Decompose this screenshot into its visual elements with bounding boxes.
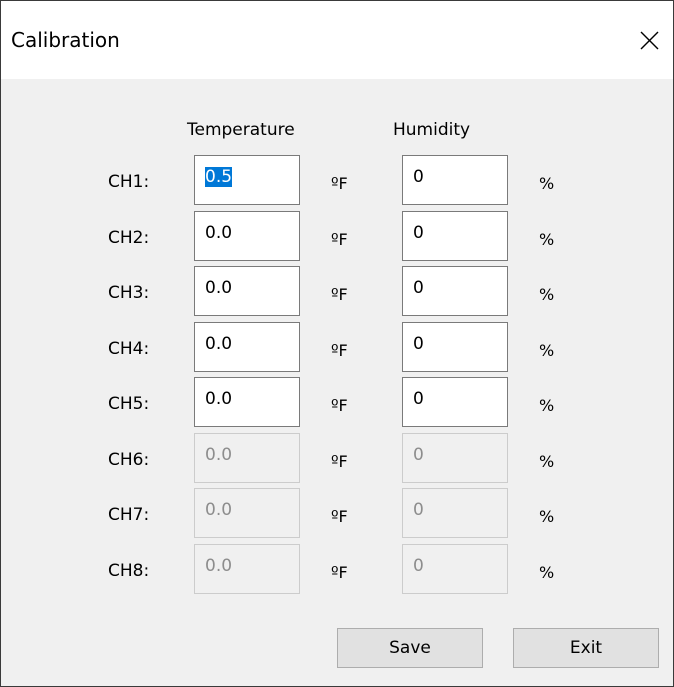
channel-4-humidity-input[interactable]: 0 — [402, 322, 508, 372]
channel-2-humidity-input[interactable]: 0 — [402, 211, 508, 261]
channel-1-label: CH1: — [108, 172, 150, 192]
channel-5-label: CH5: — [108, 394, 150, 414]
channel-5-temperature-unit: ºF — [331, 396, 348, 415]
channel-7-humidity-unit: % — [539, 507, 555, 526]
channel-2-label: CH2: — [108, 228, 150, 248]
save-button[interactable]: Save — [337, 628, 483, 668]
channel-4-label: CH4: — [108, 339, 150, 359]
channel-5-temperature-value: 0.0 — [205, 389, 233, 409]
channel-3-temperature-value: 0.0 — [205, 278, 233, 298]
channel-8-humidity-input: 0 — [402, 544, 508, 594]
channel-8-temperature-input: 0.0 — [194, 544, 300, 594]
channel-4-temperature-value: 0.0 — [205, 334, 233, 354]
channel-5-humidity-input[interactable]: 0 — [402, 377, 508, 427]
channel-4-humidity-value: 0 — [413, 334, 424, 354]
channel-4-temperature-unit: ºF — [331, 341, 348, 360]
channel-8-label: CH8: — [108, 561, 150, 581]
channel-2-temperature-value: 0.0 — [205, 223, 233, 243]
title-bar: Calibration — [1, 1, 673, 79]
channel-6-temperature-value: 0.0 — [205, 445, 233, 465]
channel-6-temperature-unit: ºF — [331, 452, 348, 471]
channel-4-humidity-unit: % — [539, 341, 555, 360]
channel-8-humidity-unit: % — [539, 563, 555, 582]
close-icon — [640, 31, 659, 50]
channel-6-humidity-input: 0 — [402, 433, 508, 483]
channel-1-humidity-value: 0 — [413, 167, 424, 187]
channel-8-temperature-unit: ºF — [331, 563, 348, 582]
channel-5-temperature-input[interactable]: 0.0 — [194, 377, 300, 427]
channel-4-temperature-input[interactable]: 0.0 — [194, 322, 300, 372]
channel-3-temperature-unit: ºF — [331, 285, 348, 304]
channel-7-humidity-input: 0 — [402, 488, 508, 538]
channel-8-humidity-value: 0 — [413, 556, 424, 576]
calibration-dialog: Calibration Temperature Humidity CH1: 0.5… — [0, 0, 674, 687]
temperature-column-header: Temperature — [187, 120, 295, 140]
channel-3-label: CH3: — [108, 283, 150, 303]
channel-1-temperature-input[interactable]: 0.5 — [194, 155, 300, 205]
close-button[interactable] — [628, 21, 668, 57]
channel-3-humidity-input[interactable]: 0 — [402, 266, 508, 316]
channel-5-humidity-unit: % — [539, 396, 555, 415]
channel-7-temperature-value: 0.0 — [205, 500, 233, 520]
channel-2-temperature-input[interactable]: 0.0 — [194, 211, 300, 261]
channel-1-temperature-value: 0.5 — [205, 167, 233, 187]
channel-3-humidity-unit: % — [539, 285, 555, 304]
humidity-column-header: Humidity — [393, 120, 471, 140]
channel-6-humidity-value: 0 — [413, 445, 424, 465]
channel-7-temperature-input: 0.0 — [194, 488, 300, 538]
channel-7-label: CH7: — [108, 505, 150, 525]
exit-button[interactable]: Exit — [513, 628, 659, 668]
channel-2-humidity-value: 0 — [413, 223, 424, 243]
channel-7-temperature-unit: ºF — [331, 507, 348, 526]
channel-2-temperature-unit: ºF — [331, 230, 348, 249]
channel-1-humidity-unit: % — [539, 174, 555, 193]
channel-3-temperature-input[interactable]: 0.0 — [194, 266, 300, 316]
channel-1-humidity-input[interactable]: 0 — [402, 155, 508, 205]
channel-7-humidity-value: 0 — [413, 500, 424, 520]
window-title: Calibration — [11, 28, 120, 52]
channel-5-humidity-value: 0 — [413, 389, 424, 409]
channel-2-humidity-unit: % — [539, 230, 555, 249]
channel-8-temperature-value: 0.0 — [205, 556, 233, 576]
channel-6-humidity-unit: % — [539, 452, 555, 471]
channel-6-temperature-input: 0.0 — [194, 433, 300, 483]
channel-3-humidity-value: 0 — [413, 278, 424, 298]
channel-6-label: CH6: — [108, 450, 150, 470]
channel-1-temperature-unit: ºF — [331, 174, 348, 193]
